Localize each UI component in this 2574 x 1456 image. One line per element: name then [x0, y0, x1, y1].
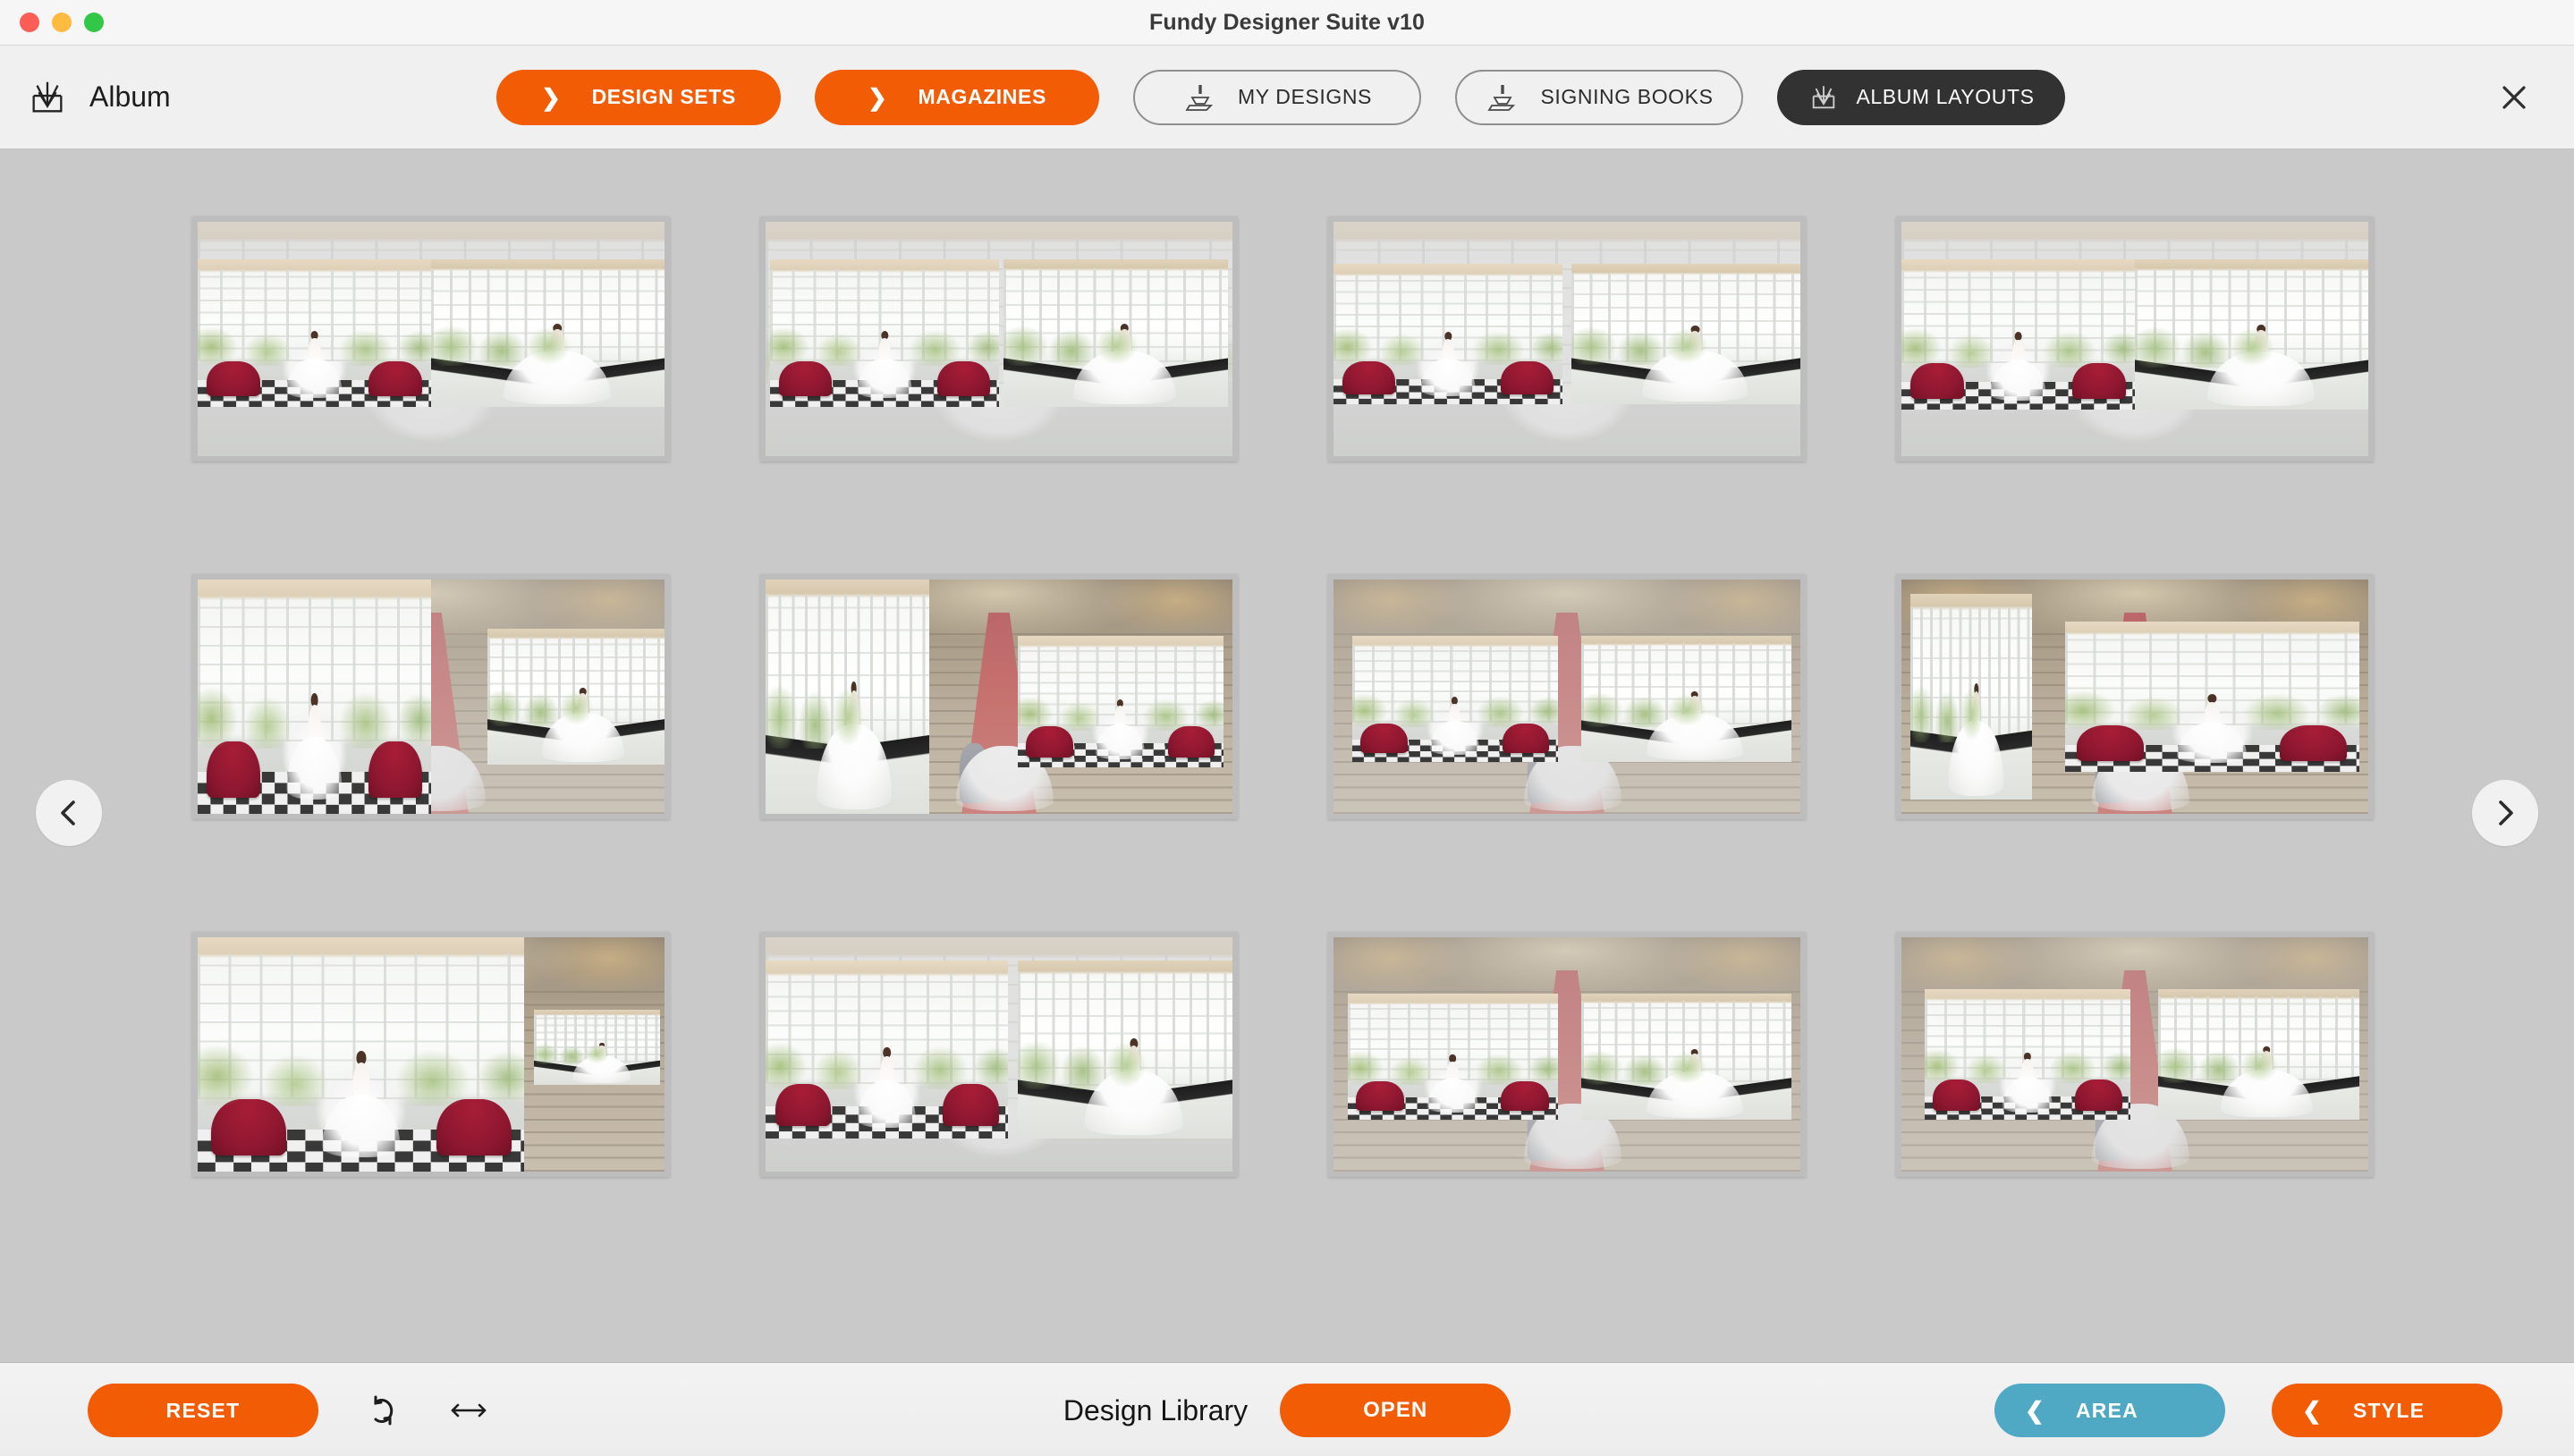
layout-thumbnail[interactable]	[192, 574, 670, 819]
tab-album-layouts[interactable]: ALBUM LAYOUTS	[1777, 69, 2065, 125]
footer-toolbar: RESET Design Library OPEN ❮ AREA ❮ STYLE	[0, 1362, 2574, 1456]
layout-thumbnail[interactable]	[1896, 932, 2374, 1177]
tab-magazines-label: MAGAZINES	[918, 85, 1046, 108]
stamp-icon	[1485, 81, 1520, 114]
design-library-label: Design Library	[1063, 1393, 1249, 1426]
area-panel-button[interactable]: ❮ AREA	[1994, 1384, 2225, 1437]
module-identity: Album	[27, 77, 474, 118]
layout-thumbnail[interactable]	[192, 216, 670, 461]
chevron-left-icon	[61, 800, 75, 825]
album-layouts-gallery	[0, 149, 2574, 1362]
layout-thumbnail-grid	[192, 216, 2383, 1177]
tab-signing-books-label: SIGNING BOOKS	[1540, 85, 1714, 108]
layout-thumbnail[interactable]	[192, 932, 670, 1177]
area-button-label: AREA	[2076, 1398, 2138, 1422]
footer-right-group: ❮ AREA ❮ STYLE	[1994, 1384, 2502, 1437]
tab-my-designs[interactable]: MY DESIGNS	[1133, 69, 1421, 125]
stamp-icon	[1182, 81, 1218, 114]
layout-thumbnail[interactable]	[760, 216, 1238, 461]
module-title: Album	[89, 80, 171, 113]
app-window: Fundy Designer Suite v10 Album ❯ DESIGN …	[0, 0, 2574, 1456]
gallery-next-button[interactable]	[2472, 780, 2538, 846]
close-icon	[2502, 85, 2526, 109]
album-icon	[1808, 82, 1840, 113]
style-button-label: STYLE	[2353, 1398, 2426, 1422]
close-panel-button[interactable]	[2495, 79, 2533, 116]
tab-album-layouts-label: ALBUM LAYOUTS	[1856, 85, 2035, 108]
layout-thumbnail[interactable]	[1328, 932, 1806, 1177]
module-tabs: ❯ DESIGN SETS ❯ MAGAZINES MY DESIGNS SIG…	[496, 69, 2065, 125]
chevron-right-icon: ❯	[541, 83, 562, 111]
tab-magazines[interactable]: ❯ MAGAZINES	[815, 69, 1099, 125]
layout-thumbnail[interactable]	[760, 574, 1238, 819]
chevron-right-icon: ❯	[868, 83, 888, 111]
album-icon	[27, 77, 68, 118]
tab-signing-books[interactable]: SIGNING BOOKS	[1455, 69, 1743, 125]
tab-my-designs-label: MY DESIGNS	[1238, 85, 1372, 108]
tab-design-sets[interactable]: ❯ DESIGN SETS	[496, 69, 781, 125]
open-button-label: OPEN	[1363, 1398, 1428, 1422]
window-title: Fundy Designer Suite v10	[1148, 9, 1426, 35]
open-library-button[interactable]: OPEN	[1280, 1384, 1511, 1437]
tab-design-sets-label: DESIGN SETS	[591, 85, 736, 108]
layout-thumbnail[interactable]	[1328, 216, 1806, 461]
gallery-prev-button[interactable]	[36, 780, 102, 846]
chevron-left-icon: ❮	[2025, 1397, 2045, 1424]
layout-thumbnail[interactable]	[1328, 574, 1806, 819]
layout-thumbnail[interactable]	[1896, 216, 2374, 461]
app-header-toolbar: Album ❯ DESIGN SETS ❯ MAGAZINES MY DESIG…	[0, 46, 2574, 149]
chevron-right-icon	[2499, 800, 2513, 825]
layout-thumbnail[interactable]	[1896, 574, 2374, 819]
style-panel-button[interactable]: ❮ STYLE	[2272, 1384, 2502, 1437]
chevron-left-icon: ❮	[2302, 1397, 2323, 1424]
window-titlebar: Fundy Designer Suite v10	[0, 0, 2574, 46]
layout-thumbnail[interactable]	[760, 932, 1238, 1177]
